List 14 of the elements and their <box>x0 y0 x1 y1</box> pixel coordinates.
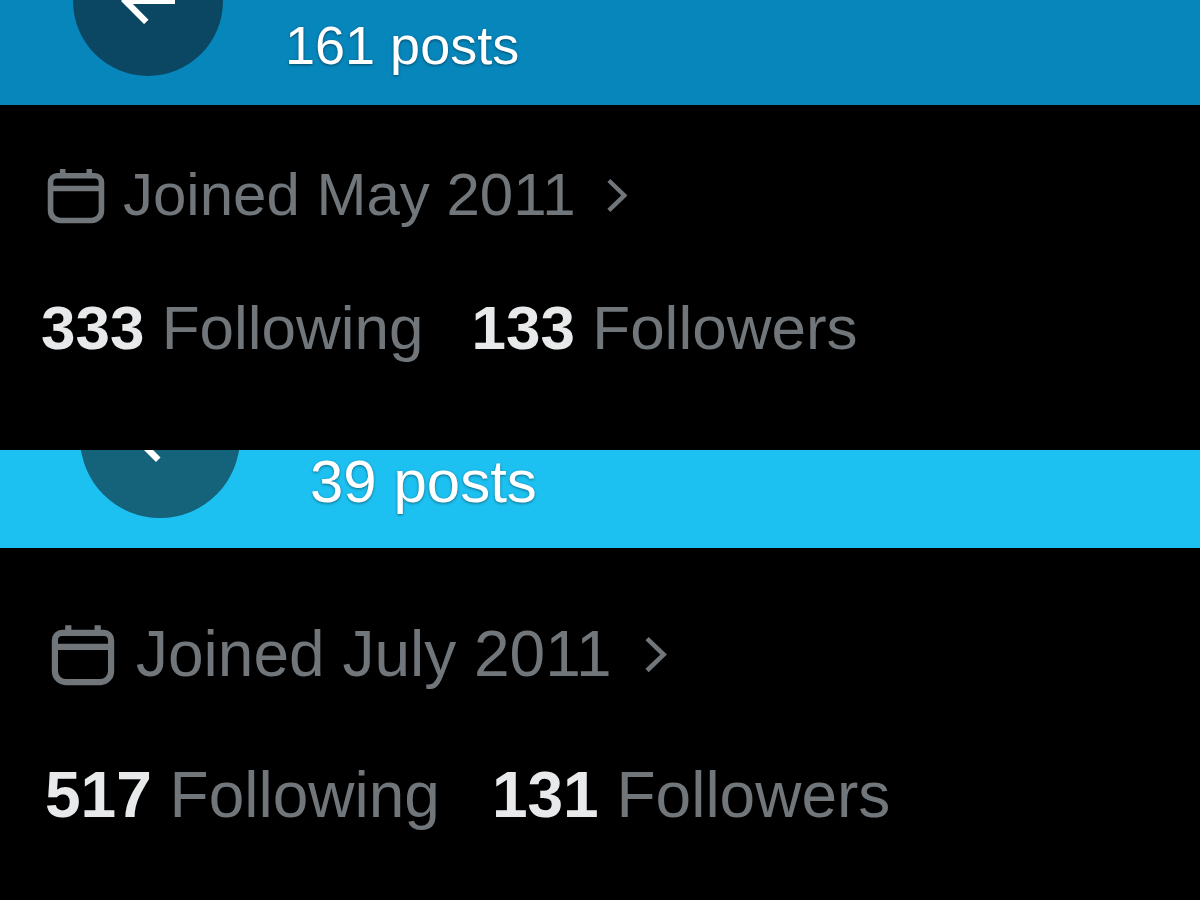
back-arrow-icon <box>144 450 161 462</box>
joined-date: Joined July 2011 <box>136 617 612 692</box>
back-arrow-icon <box>121 0 175 25</box>
post-count: 161 posts <box>285 14 520 77</box>
calendar-icon <box>47 166 105 224</box>
followers-link[interactable]: 133 Followers <box>471 291 858 366</box>
chevron-right-icon <box>605 177 628 213</box>
followers-link[interactable]: 131 Followers <box>491 756 891 834</box>
post-count: 39 posts <box>310 450 537 516</box>
calendar-icon <box>51 622 115 687</box>
joined-date: Joined May 2011 <box>123 160 576 230</box>
following-link[interactable]: 333 Following <box>41 291 424 366</box>
following-link[interactable]: 517 Following <box>45 756 440 834</box>
chevron-right-icon <box>643 635 667 673</box>
